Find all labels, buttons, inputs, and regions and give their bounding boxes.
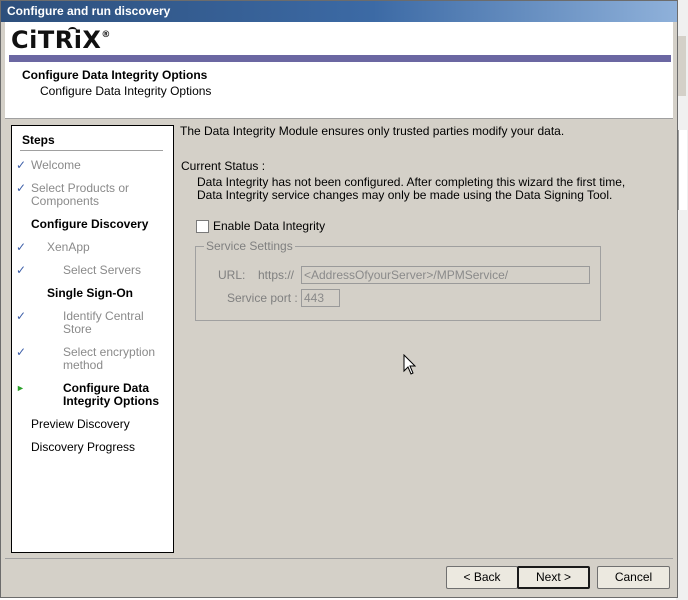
next-button[interactable]: Next > bbox=[517, 566, 590, 589]
arrow-icon: ► bbox=[16, 383, 25, 393]
steps-panel: Steps ✓ Welcome ✓ Select Products or Com… bbox=[11, 125, 174, 553]
step-identify-central-store-line2: Store bbox=[63, 322, 92, 336]
check-icon: ✓ bbox=[16, 240, 27, 254]
page-title: Configure Data Integrity Options bbox=[22, 68, 208, 82]
service-settings-legend: Service Settings bbox=[204, 239, 295, 253]
step-select-servers: Select Servers bbox=[63, 263, 142, 277]
logo-text: CiTRiX bbox=[11, 26, 102, 54]
mouse-cursor-icon bbox=[403, 354, 417, 375]
step-configure-data-integrity-line2: Integrity Options bbox=[63, 394, 159, 408]
status-label: Current Status : bbox=[181, 159, 266, 173]
step-single-sign-on: Single Sign-On bbox=[47, 286, 133, 300]
logo-mark: ® bbox=[101, 30, 111, 40]
service-port-label: Service port : bbox=[227, 291, 298, 305]
step-preview-discovery: Preview Discovery bbox=[31, 417, 130, 431]
window-title: Configure and run discovery bbox=[7, 4, 171, 18]
window-titlebar[interactable]: Configure and run discovery bbox=[1, 1, 677, 22]
discovery-wizard-window: Configure and run discovery CiTRiX® Conf… bbox=[0, 0, 678, 598]
back-button[interactable]: < Back bbox=[446, 566, 518, 589]
check-icon: ✓ bbox=[16, 181, 27, 195]
citrix-logo: CiTRiX® bbox=[11, 26, 111, 54]
header-accent-bar bbox=[9, 55, 671, 62]
cancel-button[interactable]: Cancel bbox=[597, 566, 670, 589]
service-settings-group: Service Settings URL: https:// <AddressO… bbox=[195, 239, 601, 321]
step-select-products-line2: Components bbox=[31, 194, 100, 208]
background-element bbox=[678, 130, 687, 210]
wizard-content: The Data Integrity Module ensures only t… bbox=[179, 125, 673, 555]
check-icon: ✓ bbox=[16, 345, 27, 359]
intro-text: The Data Integrity Module ensures only t… bbox=[180, 124, 565, 138]
url-input[interactable]: <AddressOfyourServer>/MPMService/ bbox=[301, 266, 590, 284]
steps-divider bbox=[20, 150, 163, 151]
background-element bbox=[678, 36, 686, 96]
wizard-header: CiTRiX® Configure Data Integrity Options… bbox=[5, 22, 673, 119]
status-line-2: Data Integrity service changes may only … bbox=[197, 188, 613, 202]
enable-data-integrity-checkbox[interactable] bbox=[196, 220, 209, 233]
url-prefix: https:// bbox=[258, 268, 295, 282]
service-port-input[interactable]: 443 bbox=[301, 289, 340, 307]
step-configure-discovery: Configure Discovery bbox=[31, 217, 149, 231]
steps-title: Steps bbox=[22, 133, 55, 147]
url-label: URL: bbox=[218, 268, 246, 282]
page-subtitle: Configure Data Integrity Options bbox=[40, 84, 212, 98]
check-icon: ✓ bbox=[16, 309, 27, 323]
step-xenapp: XenApp bbox=[47, 240, 90, 254]
check-icon: ✓ bbox=[16, 158, 27, 172]
step-welcome: Welcome bbox=[31, 158, 81, 172]
step-select-encryption-line2: method bbox=[63, 358, 104, 372]
footer-divider bbox=[5, 558, 673, 559]
step-discovery-progress: Discovery Progress bbox=[31, 440, 136, 454]
enable-data-integrity-label[interactable]: Enable Data Integrity bbox=[213, 220, 325, 233]
logo-arc-icon bbox=[68, 27, 77, 34]
check-icon: ✓ bbox=[16, 263, 27, 277]
